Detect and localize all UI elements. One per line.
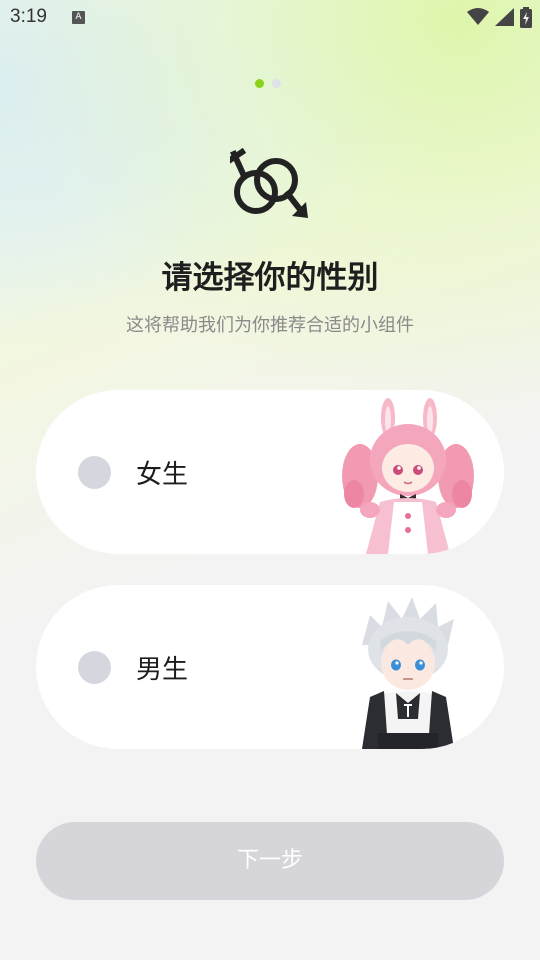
page-dot-active xyxy=(255,79,264,88)
next-button[interactable]: 下一步 xyxy=(36,822,504,900)
notification-icon: A xyxy=(72,11,85,24)
status-time: 3:19 xyxy=(10,6,47,27)
option-female[interactable]: 女生 xyxy=(36,390,504,554)
option-female-label: 女生 xyxy=(136,460,189,490)
option-male[interactable]: 男生 xyxy=(36,585,504,749)
page-indicator xyxy=(255,79,281,88)
gender-symbol-icon xyxy=(230,147,308,218)
page-title: 请选择你的性别 xyxy=(161,260,379,296)
page-dot-inactive xyxy=(272,79,281,88)
wifi-icon xyxy=(467,8,489,25)
page-subtitle: 这将帮助我们为你推荐合适的小组件 xyxy=(126,315,414,336)
anime-girl-illustration xyxy=(342,398,474,554)
status-bar: 3:19 A xyxy=(0,0,540,36)
signal-icon xyxy=(495,8,514,26)
system-icons xyxy=(467,6,532,28)
battery-icon xyxy=(520,6,532,28)
radio-female[interactable] xyxy=(78,456,111,489)
anime-boy-illustration xyxy=(362,597,454,749)
radio-male[interactable] xyxy=(78,651,111,684)
option-male-label: 男生 xyxy=(136,655,189,685)
